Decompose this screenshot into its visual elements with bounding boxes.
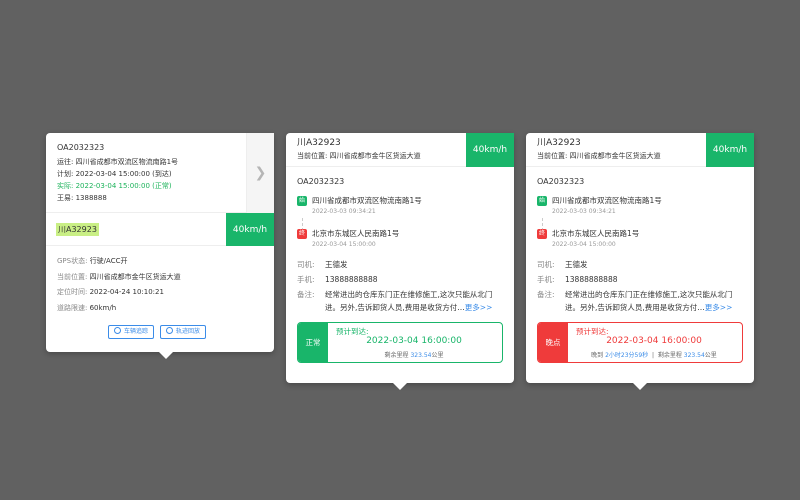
popup-pointer bbox=[159, 352, 173, 359]
plate-row: 川A32923 40km/h bbox=[46, 213, 274, 246]
popup-pointer bbox=[393, 383, 407, 390]
actual-label: 实际: bbox=[57, 181, 74, 190]
start-badge: 始 bbox=[297, 196, 307, 206]
end-badge: 终 bbox=[537, 229, 547, 239]
remark-label: 备注: bbox=[537, 290, 555, 299]
gps-label: GPS状态: bbox=[57, 257, 88, 265]
speed-badge: 40km/h bbox=[706, 133, 754, 167]
order-number: OA2032323 bbox=[57, 143, 105, 152]
remaining-value: 323.54 bbox=[410, 352, 432, 359]
fix-time-label: 定位时间: bbox=[57, 288, 88, 296]
vehicle-info: GPS状态: 行驶/ACC开 当前位置: 四川省成都市金牛区货运大道 定位时间:… bbox=[46, 246, 274, 316]
vehicle-popup-on-time: 川A32923 当前位置: 四川省成都市金牛区货运大道 40km/h OA203… bbox=[286, 133, 514, 390]
driver-row: 司机: 王德发 bbox=[537, 259, 588, 270]
end-time: 2022-03-04 15:00:00 bbox=[312, 241, 376, 248]
chevron-right-icon[interactable]: ❯ bbox=[246, 133, 274, 213]
remaining-label: 剩余里程 bbox=[657, 352, 682, 359]
actual-time: 2022-03-04 15:00:00 (正常) bbox=[75, 181, 172, 190]
start-address: 四川省成都市双流区物流南路1号 bbox=[552, 196, 662, 205]
location-label: 当前位置: bbox=[537, 152, 568, 160]
late-value: 2小时23分59秒 bbox=[605, 352, 649, 359]
late-and-remaining: 晚到 2小时23分59秒 | 剩余里程 323.54公里 bbox=[591, 352, 717, 359]
remaining-label: 剩余里程 bbox=[384, 352, 409, 359]
location-label: 当前位置: bbox=[57, 272, 88, 281]
location-value: 四川省成都市金牛区货运大道 bbox=[329, 152, 421, 160]
start-time: 2022-03-03 09:34:21 bbox=[312, 208, 376, 215]
driver-label: 司机: bbox=[297, 260, 315, 269]
remark-label: 备注: bbox=[297, 290, 315, 299]
contact-phone: 1388888 bbox=[75, 193, 107, 202]
phone-label: 手机: bbox=[537, 275, 555, 284]
location-value: 四川省成都市金牛区货运大道 bbox=[569, 152, 661, 160]
history-icon bbox=[166, 327, 174, 334]
plate-number: 川A32923 bbox=[56, 223, 99, 236]
eta-box: 晚点 预计到达: 2022-03-04 16:00:00 晚到 2小时23分59… bbox=[537, 322, 743, 363]
end-time: 2022-03-04 15:00:00 bbox=[552, 241, 616, 248]
eta-time: 2022-03-04 16:00:00 bbox=[366, 336, 462, 346]
order-header: OA2032323 运往: 四川省成都市双流区物流南路1号 计划: 2022-0… bbox=[46, 133, 274, 213]
driver-row: 司机: 王德发 bbox=[297, 259, 348, 270]
speed-badge: 40km/h bbox=[466, 133, 514, 167]
origin-value: 四川省成都市双流区物流南路1号 bbox=[75, 157, 179, 166]
plan-time: 2022-03-04 15:00:00 (到达) bbox=[75, 169, 172, 178]
end-address: 北京市东城区人民南路1号 bbox=[552, 229, 640, 238]
start-badge: 始 bbox=[537, 196, 547, 206]
speed-limit-value: 60km/h bbox=[89, 303, 117, 312]
contact-name: 王易: bbox=[57, 193, 74, 202]
end-badge: 终 bbox=[297, 229, 307, 239]
gps-value: 行驶/ACC开 bbox=[89, 257, 128, 265]
replay-track-label: 轨迹回放 bbox=[176, 328, 201, 335]
vehicle-header: 川A32923 当前位置: 四川省成都市金牛区货运大道 40km/h bbox=[286, 133, 514, 167]
remark: 备注: 经常进出的仓库东门正在维修施工,这次只能从北门进。另外,告诉卸货人员,费… bbox=[537, 289, 747, 314]
phone-row: 手机: 13888888888 bbox=[537, 274, 618, 285]
eta-box: 正常 预计到达: 2022-03-04 16:00:00 剩余里程 323.54… bbox=[297, 322, 503, 363]
vehicle-popup-summary: OA2032323 运往: 四川省成都市双流区物流南路1号 计划: 2022-0… bbox=[46, 133, 274, 359]
start-address: 四川省成都市双流区物流南路1号 bbox=[312, 196, 422, 205]
remaining-unit: 公里 bbox=[431, 352, 444, 359]
driver-label: 司机: bbox=[537, 260, 555, 269]
popup-pointer bbox=[633, 383, 647, 390]
remark: 备注: 经常进出的仓库东门正在维修施工,这次只能从北门进。另外,告诉卸货人员,费… bbox=[297, 289, 507, 314]
replay-track-button[interactable]: 轨迹回放 bbox=[160, 325, 207, 339]
more-link[interactable]: 更多>> bbox=[705, 303, 733, 312]
remaining-distance: 剩余里程 323.54公里 bbox=[298, 350, 502, 359]
order-number: OA2032323 bbox=[297, 177, 345, 186]
plan-label: 计划: bbox=[57, 169, 74, 178]
remaining-value: 323.54 bbox=[683, 352, 705, 359]
driver-name: 王德发 bbox=[565, 260, 588, 269]
more-link[interactable]: 更多>> bbox=[465, 303, 493, 312]
start-time: 2022-03-03 09:34:21 bbox=[552, 208, 616, 215]
track-vehicle-button[interactable]: 车辆追踪 bbox=[108, 325, 155, 339]
location-label: 当前位置: bbox=[297, 152, 328, 160]
eta-time: 2022-03-04 16:00:00 bbox=[606, 336, 702, 346]
phone-number: 13888888888 bbox=[325, 275, 378, 284]
late-label: 晚到 bbox=[591, 352, 604, 359]
fix-time-value: 2022-04-24 10:10:21 bbox=[89, 288, 164, 296]
speed-badge: 40km/h bbox=[226, 213, 274, 246]
phone-label: 手机: bbox=[297, 275, 315, 284]
track-vehicle-label: 车辆追踪 bbox=[124, 328, 149, 335]
location-value: 四川省成都市金牛区货运大道 bbox=[89, 272, 181, 281]
origin-label: 运往: bbox=[57, 157, 74, 166]
phone-row: 手机: 13888888888 bbox=[297, 274, 378, 285]
phone-number: 13888888888 bbox=[565, 275, 618, 284]
end-address: 北京市东城区人民南路1号 bbox=[312, 229, 400, 238]
vehicle-header: 川A32923 当前位置: 四川省成都市金牛区货运大道 40km/h bbox=[526, 133, 754, 167]
order-number: OA2032323 bbox=[537, 177, 585, 186]
speed-limit-label: 道路限速: bbox=[57, 303, 88, 312]
remaining-unit: 公里 bbox=[704, 352, 717, 359]
vehicle-popup-late: 川A32923 当前位置: 四川省成都市金牛区货运大道 40km/h OA203… bbox=[526, 133, 754, 390]
target-icon bbox=[114, 327, 121, 334]
driver-name: 王德发 bbox=[325, 260, 348, 269]
